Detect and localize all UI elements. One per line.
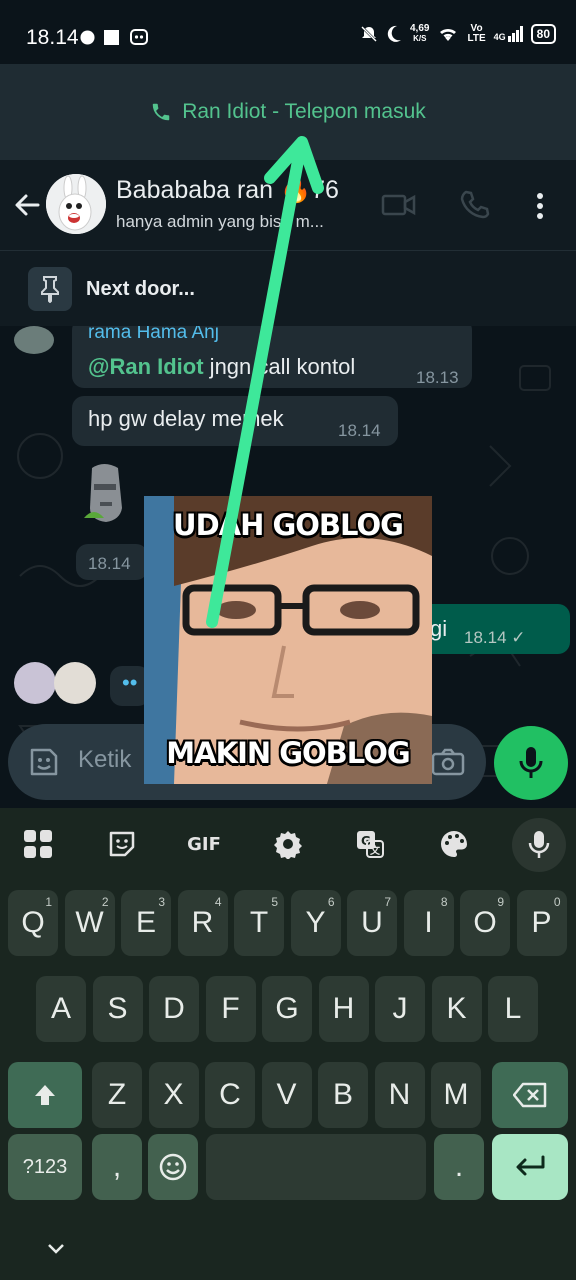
notification-dot-icon xyxy=(80,30,95,45)
shift-key[interactable] xyxy=(8,1062,82,1128)
participant-avatar[interactable] xyxy=(54,662,96,704)
more-options-icon[interactable] xyxy=(522,188,558,224)
emoji-key[interactable] xyxy=(148,1134,198,1200)
period-key[interactable]: . xyxy=(434,1134,484,1200)
message-mention[interactable]: @Ran Idiot xyxy=(88,354,204,379)
backspace-key[interactable] xyxy=(492,1062,568,1128)
message-sender: rama Hama Anj xyxy=(88,326,219,343)
svg-text:文: 文 xyxy=(370,844,381,857)
call-banner-text: Ran Idiot - Telepon masuk xyxy=(182,100,426,123)
message-text: @Ran Idiot jngn call kontol xyxy=(88,354,356,379)
key-x[interactable]: X xyxy=(148,1062,199,1128)
key-w[interactable]: W2 xyxy=(64,890,115,956)
translate-icon[interactable]: G文 xyxy=(350,824,390,864)
meme-sticker[interactable]: UDAH GOBLOG MAKIN GOBLOG xyxy=(144,496,432,784)
pinned-message-bar[interactable]: Next door... xyxy=(0,250,576,326)
key-v[interactable]: V xyxy=(261,1062,312,1128)
camera-icon[interactable] xyxy=(430,744,466,780)
sticker-emoji-icon[interactable] xyxy=(26,744,62,780)
apps-icon[interactable] xyxy=(18,824,58,864)
enter-key[interactable] xyxy=(492,1134,568,1200)
message-time: 18.14 ✓ xyxy=(464,628,526,647)
pinned-message-text: Next door... xyxy=(86,278,195,300)
chat-header: Babababa ran 🔥76 hanya admin yang bisa m… xyxy=(0,160,576,250)
participant-avatar[interactable] xyxy=(14,662,56,704)
keyboard-mic-button[interactable] xyxy=(512,818,566,872)
net-speed: 4,69 K/S xyxy=(410,23,430,44)
key-j[interactable]: J xyxy=(375,976,425,1042)
voice-record-button[interactable] xyxy=(494,726,568,800)
space-key[interactable] xyxy=(206,1134,426,1200)
soft-keyboard: GIF G文 Q1W2E3R4T5Y6U7I8O9P0 ASDFGHJKL ZX… xyxy=(0,808,576,1280)
message-text: hp gw delay memek xyxy=(88,406,284,431)
symbols-key[interactable]: ?123 xyxy=(8,1134,82,1200)
message-time: 18.13 xyxy=(416,368,459,387)
moai-emoji-icon xyxy=(84,464,122,522)
key-m[interactable]: M xyxy=(431,1062,481,1128)
status-icons: 4,69 K/S Vo LTE 4G 80 xyxy=(360,24,556,44)
phone-icon xyxy=(152,103,170,121)
settings-icon[interactable] xyxy=(268,824,308,864)
palette-icon[interactable] xyxy=(434,824,474,864)
key-p[interactable]: P0 xyxy=(516,890,567,956)
app-notification-icon xyxy=(130,29,148,45)
typing-indicator: •• xyxy=(122,670,138,695)
key-c[interactable]: C xyxy=(205,1062,255,1128)
video-call-icon[interactable] xyxy=(380,186,418,224)
key-k[interactable]: K xyxy=(431,976,482,1042)
signal-icon: 4G xyxy=(494,26,523,42)
pin-icon xyxy=(28,267,72,311)
key-s[interactable]: S xyxy=(92,976,143,1042)
key-n[interactable]: N xyxy=(374,1062,425,1128)
key-g[interactable]: G xyxy=(262,976,312,1042)
volte-label: Vo LTE xyxy=(467,23,486,44)
key-f[interactable]: F xyxy=(205,976,256,1042)
key-u[interactable]: U7 xyxy=(347,890,397,956)
key-q[interactable]: Q1 xyxy=(8,890,58,956)
key-t[interactable]: T5 xyxy=(234,890,284,956)
sticker-top-caption: UDAH GOBLOG xyxy=(173,508,404,542)
message-time: 18.14 xyxy=(338,421,381,440)
sender-avatar[interactable] xyxy=(14,326,54,354)
key-o[interactable]: O9 xyxy=(460,890,510,956)
incoming-call-banner[interactable]: Ran Idiot - Telepon masuk xyxy=(0,64,576,160)
key-a[interactable]: A xyxy=(36,976,86,1042)
smiley-icon xyxy=(159,1153,187,1181)
back-arrow-icon[interactable] xyxy=(10,188,44,222)
key-i[interactable]: I8 xyxy=(403,890,454,956)
key-h[interactable]: H xyxy=(318,976,369,1042)
rabbid-avatar-icon xyxy=(46,174,106,234)
moon-icon xyxy=(387,25,401,42)
wifi-icon xyxy=(440,28,457,41)
mute-bell-icon xyxy=(361,26,377,42)
mic-icon xyxy=(519,747,543,778)
status-time: 18.14 xyxy=(26,26,79,49)
message-time: 18.14 xyxy=(88,554,131,573)
message-text: gi xyxy=(430,616,448,641)
key-b[interactable]: B xyxy=(318,1062,368,1128)
chat-title[interactable]: Babababa ran 🔥76 xyxy=(116,176,339,205)
message-input[interactable]: Ketik xyxy=(78,746,131,774)
key-y[interactable]: Y6 xyxy=(290,890,341,956)
sticker-bottom-caption: MAKIN GOBLOG xyxy=(166,736,410,770)
comma-key[interactable]: , xyxy=(92,1134,142,1200)
voice-call-icon[interactable] xyxy=(456,186,494,224)
status-bar: 18.14 4,69 K/S Vo LTE 4G 80 xyxy=(0,0,576,64)
chat-subtitle: hanya admin yang bisa m... xyxy=(116,212,324,231)
mic-icon xyxy=(528,831,550,858)
collapse-keyboard-icon[interactable] xyxy=(44,1236,68,1260)
key-r[interactable]: R4 xyxy=(177,890,228,956)
group-avatar[interactable] xyxy=(46,174,106,234)
key-l[interactable]: L xyxy=(488,976,538,1042)
key-e[interactable]: E3 xyxy=(121,890,171,956)
gif-button[interactable]: GIF xyxy=(184,824,224,864)
battery-indicator: 80 xyxy=(530,24,556,44)
key-d[interactable]: D xyxy=(149,976,199,1042)
key-z[interactable]: Z xyxy=(92,1062,142,1128)
sticker-icon[interactable] xyxy=(102,824,142,864)
notification-square-icon xyxy=(104,30,119,45)
